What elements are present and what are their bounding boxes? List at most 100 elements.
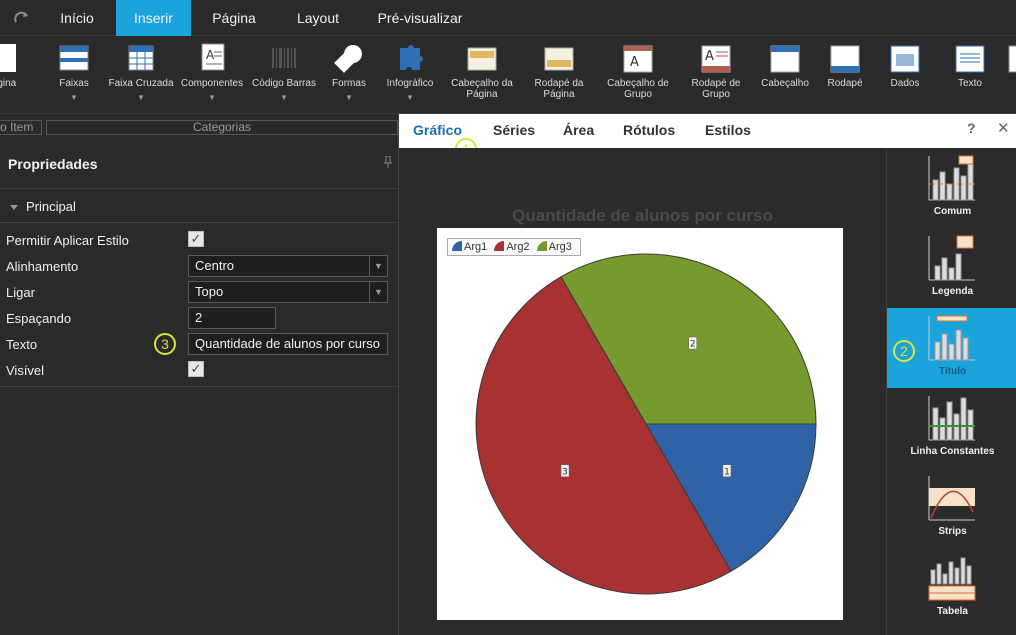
group-header-icon: A <box>622 42 654 74</box>
menu-layout[interactable]: Layout <box>286 0 350 36</box>
page-icon <box>0 42 20 74</box>
prop-label: Ligar <box>6 285 35 300</box>
chevron-down-icon: ▼ <box>70 93 78 102</box>
pin-icon[interactable] <box>384 155 392 171</box>
cross-band-icon <box>125 42 157 74</box>
menu-inicio[interactable]: Início <box>46 0 108 36</box>
section-principal[interactable]: Principal <box>10 199 76 214</box>
ribbon-formas-label: Formas <box>332 78 366 89</box>
properties-title: Propriedades <box>8 156 98 172</box>
ribbon-formas[interactable]: Formas ▼ <box>326 42 372 103</box>
ribbon-codigo-barras[interactable]: Código Barras ▼ <box>250 42 318 103</box>
sidebar-item-linha-constantes[interactable]: Linha Constantes <box>887 388 1016 468</box>
ribbon-componentes[interactable]: A Componentes ▼ <box>180 42 244 103</box>
tab-area[interactable]: Área <box>563 122 594 138</box>
insert-ribbon: ágina Faixas ▼ Faixa Cruzada ▼ A Compone… <box>0 36 1016 114</box>
page-footer-icon <box>543 42 575 74</box>
ribbon-page-label: ágina <box>0 78 17 89</box>
ribbon-faixas[interactable]: Faixas ▼ <box>52 42 96 103</box>
sidebar-label: Título <box>938 366 967 377</box>
redo-icon[interactable] <box>12 8 32 28</box>
align-value: Centro <box>195 258 235 273</box>
prop-row-visible: Visível ✓ <box>6 359 390 383</box>
title-icon <box>927 314 977 362</box>
ribbon-cabecalho-grupo-label: Cabeçalho de Grupo <box>607 78 669 100</box>
svg-text:3: 3 <box>562 467 568 477</box>
chart-tabs: Gráfico Séries Área Rótulos Estilos ? ✕ <box>399 114 1016 148</box>
ribbon-rodape-grupo-label: Rodapé de Grupo <box>691 78 741 100</box>
more-icon <box>1007 42 1016 74</box>
constant-line-icon <box>927 394 977 442</box>
tab-rotulos[interactable]: Rótulos <box>623 122 675 138</box>
spacing-input[interactable]: 2 <box>188 307 276 329</box>
ribbon-dados-label: Dados <box>890 78 920 89</box>
chevron-down-icon: ▼ <box>280 93 288 102</box>
sidebar-item-strips[interactable]: Strips <box>887 468 1016 548</box>
ribbon-rodape-grupo[interactable]: A Rodapé de Grupo <box>684 42 748 100</box>
text-icon <box>954 42 986 74</box>
ribbon-more[interactable] <box>1006 42 1016 78</box>
sidebar-item-tabela[interactable]: Tabela <box>887 548 1016 628</box>
menu-pre-visualizar[interactable]: Pré-visualizar <box>368 0 472 36</box>
style-checkbox[interactable]: ✓ <box>188 231 204 247</box>
ribbon-cabecalho-pagina-label: Cabeçalho da Página <box>451 78 513 100</box>
prop-label: Espaçando <box>6 311 72 326</box>
ribbon-faixas-label: Faixas <box>59 78 89 89</box>
sidebar-label: Comum <box>933 206 972 217</box>
chart-preview: Quantidade de alunos por curso Arg1 Arg2… <box>399 148 886 635</box>
categories-tab[interactable]: Categorias <box>46 120 398 135</box>
chevron-down-icon[interactable]: ▼ <box>369 282 387 302</box>
ribbon-cabecalho-grupo[interactable]: A Cabeçalho de Grupo <box>600 42 676 100</box>
ribbon-faixa-cruzada-label: Faixa Cruzada <box>108 78 174 89</box>
visible-checkbox[interactable]: ✓ <box>188 361 204 377</box>
prop-row-align: Alinhamento Centro ▼ <box>6 255 390 279</box>
dock-select[interactable]: Topo ▼ <box>188 281 388 303</box>
svg-text:1: 1 <box>724 467 730 477</box>
prop-row-dock: Ligar Topo ▼ <box>6 281 390 305</box>
svg-text:A: A <box>630 55 639 70</box>
menu-inserir[interactable]: Inserir <box>116 0 191 36</box>
help-icon[interactable]: ? <box>967 120 976 136</box>
sidebar-label: Strips <box>938 526 967 537</box>
ribbon-rodape-pagina-label: Rodapé da Página <box>534 78 584 100</box>
ribbon-cabecalho[interactable]: Cabeçalho <box>756 42 814 89</box>
prop-row-text: Texto Quantidade de alunos por curso <box>6 333 390 357</box>
ribbon-texto[interactable]: Texto <box>946 42 994 89</box>
chart-editor-dialog: Gráfico Séries Área Rótulos Estilos ? ✕ … <box>398 114 1016 635</box>
chevron-down-icon: ▼ <box>345 93 353 102</box>
sidebar-item-comum[interactable]: Comum <box>887 148 1016 228</box>
ribbon-infografico-label: Infográfico <box>386 78 434 89</box>
tab-series[interactable]: Séries <box>493 122 535 138</box>
divider <box>0 188 398 189</box>
panel-tabs: o Item Categorias <box>0 120 398 136</box>
text-input[interactable]: Quantidade de alunos por curso <box>188 333 388 355</box>
data-icon <box>889 42 921 74</box>
prop-label: Permitir Aplicar Estilo <box>6 233 129 248</box>
chevron-down-icon[interactable]: ▼ <box>369 256 387 276</box>
ribbon-faixa-cruzada[interactable]: Faixa Cruzada ▼ <box>108 42 174 103</box>
prop-label: Texto <box>6 337 38 352</box>
align-select[interactable]: Centro ▼ <box>188 255 388 277</box>
section-label: Principal <box>26 199 76 214</box>
item-tab[interactable]: o Item <box>0 120 42 135</box>
tab-grafico[interactable]: Gráfico <box>413 122 462 138</box>
chevron-down-icon: ▼ <box>137 93 145 102</box>
ribbon-rodape[interactable]: Rodapé <box>822 42 868 89</box>
ribbon-rodape-pagina[interactable]: Rodapé da Página <box>526 42 592 100</box>
infographic-icon <box>394 42 426 74</box>
slice-value-label: 3 <box>560 464 570 477</box>
chevron-down-icon: ▼ <box>406 93 414 102</box>
sidebar-item-legenda[interactable]: Legenda <box>887 228 1016 308</box>
ribbon-cabecalho-pagina[interactable]: Cabeçalho da Página <box>446 42 518 100</box>
prop-row-spacing: Espaçando 2 <box>6 307 390 331</box>
close-icon[interactable]: ✕ <box>997 119 1010 137</box>
svg-text:A: A <box>206 48 215 62</box>
ribbon-dados[interactable]: Dados <box>882 42 928 89</box>
ribbon-page[interactable]: ágina <box>0 42 22 89</box>
menu-pagina[interactable]: Página <box>198 0 270 36</box>
tab-estilos[interactable]: Estilos <box>705 122 751 138</box>
strips-icon <box>927 474 977 522</box>
page-header-icon <box>466 42 498 74</box>
ribbon-infografico[interactable]: Infográfico ▼ <box>384 42 436 103</box>
divider <box>0 222 398 223</box>
